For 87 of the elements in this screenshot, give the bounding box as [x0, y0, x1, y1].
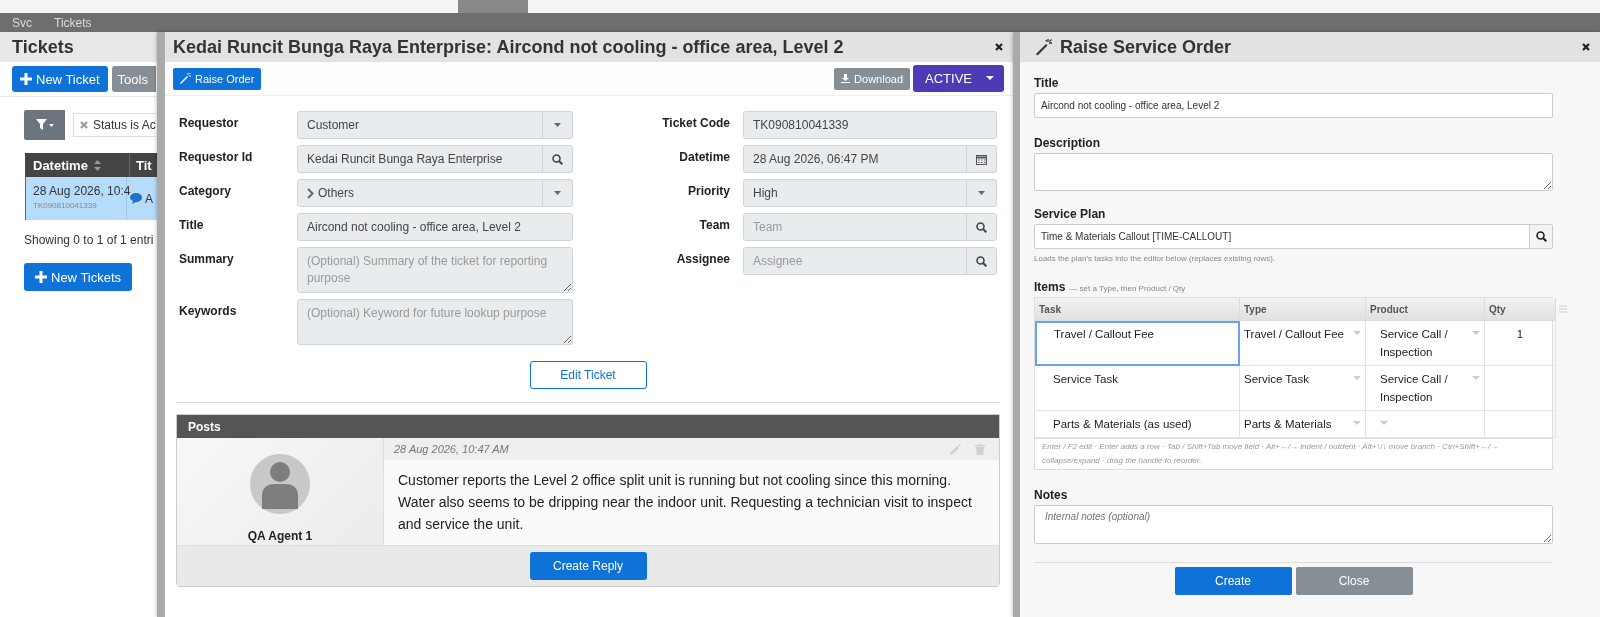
top-tab[interactable]	[458, 0, 528, 13]
field-label: Assignee	[675, 251, 730, 266]
remove-icon[interactable]	[80, 121, 88, 129]
avatar-icon	[249, 453, 311, 515]
text-area[interactable]: (Optional) Keyword for future lookup purpose	[297, 299, 573, 345]
sort-icon[interactable]	[93, 159, 101, 171]
field-label: Requestor	[179, 115, 240, 130]
filter-button[interactable]	[24, 110, 65, 140]
dialog-title: Raise Service Order	[1060, 36, 1232, 58]
field-label: Priority	[687, 183, 730, 198]
plus-icon	[20, 73, 32, 85]
field-label: Service Plan	[1034, 207, 1107, 221]
caret-icon	[1353, 421, 1361, 426]
field-label: Requestor Id	[179, 149, 254, 164]
post-time: 28 Aug 2026, 10:47 AM	[394, 443, 509, 455]
caret-icon	[986, 76, 994, 81]
help-text: — set a Type, then Product / Qty	[1069, 284, 1186, 293]
caret-icon	[1380, 421, 1388, 426]
table-row[interactable]: 28 Aug 2026, 10:4 TK090810041339 A	[25, 177, 157, 220]
panel-title: Posts	[188, 419, 221, 434]
select-cell[interactable]: Service Call / Inspection	[1366, 321, 1485, 366]
text-field[interactable]: Aircond not cooling - office area, Level 2	[298, 214, 572, 240]
download-icon	[841, 74, 851, 83]
field-label: Keywords	[179, 303, 238, 318]
help-text: Loads the plan's tasks into the editor below (replaces existing rows).	[1034, 254, 1277, 263]
text-field[interactable]: TK090810041339	[744, 112, 996, 138]
column-header: Product	[1366, 298, 1485, 321]
table-cell[interactable]: Travel / Callout Fee	[1035, 321, 1240, 366]
page-title: Tickets	[12, 36, 74, 58]
raise-order-button[interactable]: Raise Order	[173, 67, 262, 90]
keyboard-hint: Enter / F2 edit · Enter adds a row · Tab / Shift+Tab move field · Alt+←/→ indent / outdent · Alt+↑/↓ move branch · Ctrl+Shift+←/→ collapse/expand · drag the handle to reorder.	[1034, 439, 1553, 470]
table-cell[interactable]	[1485, 366, 1556, 411]
select-cell[interactable]	[1366, 411, 1485, 438]
plus-icon	[35, 271, 47, 283]
table-info: Showing 0 to 1 of 1 entri	[24, 233, 155, 247]
title-text: A	[145, 191, 153, 206]
table-cell[interactable]: 1	[1485, 321, 1556, 366]
delete-icon[interactable]	[975, 443, 985, 455]
table-cell[interactable]: Service Task	[1035, 366, 1240, 411]
filter-icon	[35, 119, 54, 131]
create-reply-button[interactable]: Create Reply	[529, 552, 647, 580]
field-label: Summary	[179, 251, 235, 266]
field-label: Title	[179, 217, 205, 232]
edit-icon[interactable]	[950, 443, 961, 455]
field-label: Description	[1034, 136, 1101, 150]
select-cell[interactable]: Service Task	[1240, 366, 1366, 411]
notes-field[interactable]: Internal notes (optional)	[1034, 505, 1553, 544]
wand-icon	[180, 73, 191, 84]
select-cell[interactable]: Parts & Materials	[1240, 411, 1366, 438]
column-header: Task	[1035, 298, 1240, 321]
new-ticket-button[interactable]: New Ticket	[12, 66, 108, 92]
create-button[interactable]: Create	[1174, 567, 1292, 595]
status-dropdown[interactable]: ACTIVE	[913, 65, 1004, 92]
author-name: QA Agent 1	[247, 529, 313, 543]
comment-icon	[130, 193, 142, 204]
text-area[interactable]: (Optional) Summary of the ticket for reporting purpose	[297, 247, 573, 293]
field-label: Ticket Code	[661, 115, 730, 130]
field-label: Datetime	[678, 149, 730, 164]
wand-icon	[1035, 38, 1052, 56]
select-cell[interactable]: Travel / Callout Fee	[1240, 321, 1366, 366]
table-cell[interactable]	[1485, 411, 1556, 438]
table-cell[interactable]: Parts & Materials (as used)	[1035, 411, 1240, 438]
column-header: Type	[1240, 298, 1366, 321]
title-field[interactable]: Aircond not cooling - office area, Level 2	[1034, 93, 1553, 118]
new-tickets-button[interactable]: New Tickets	[24, 263, 133, 291]
edit-ticket-button[interactable]: Edit Ticket	[529, 361, 647, 389]
field-label: Category	[179, 183, 232, 198]
select-cell[interactable]: Service Call / Inspection	[1366, 366, 1485, 411]
field-label: Notes	[1034, 488, 1069, 502]
breadcrumb-item[interactable]: Tickets	[54, 15, 92, 30]
caret-icon	[1472, 376, 1480, 381]
post-text: Customer reports the Level 2 office split unit is running but not cooling since this morning. Water also seems to be dripping near the indoor unit. Requesting a technician visit to inspect and service the unit.	[397, 471, 973, 534]
close-icon[interactable]	[1582, 43, 1590, 51]
caret-icon	[1353, 376, 1361, 381]
breadcrumb-item[interactable]: Svc	[12, 15, 32, 30]
dialog-title: Kedai Runcit Bunga Raya Enterprise: Aircond not cooling - office area, Level 2	[173, 36, 845, 58]
close-icon[interactable]	[995, 43, 1003, 51]
field-label: Items	[1034, 280, 1066, 294]
description-field[interactable]	[1034, 153, 1553, 191]
column-header: Qty	[1485, 298, 1556, 321]
column-header[interactable]: Tit	[130, 153, 152, 177]
ticket-code: TK090810041339	[33, 201, 98, 210]
field-label: Title	[1034, 76, 1060, 90]
filter-chip[interactable]: Status is Ac	[73, 113, 156, 137]
caret-icon	[1472, 331, 1480, 336]
field-label: Team	[698, 217, 730, 232]
caret-icon	[1353, 331, 1361, 336]
